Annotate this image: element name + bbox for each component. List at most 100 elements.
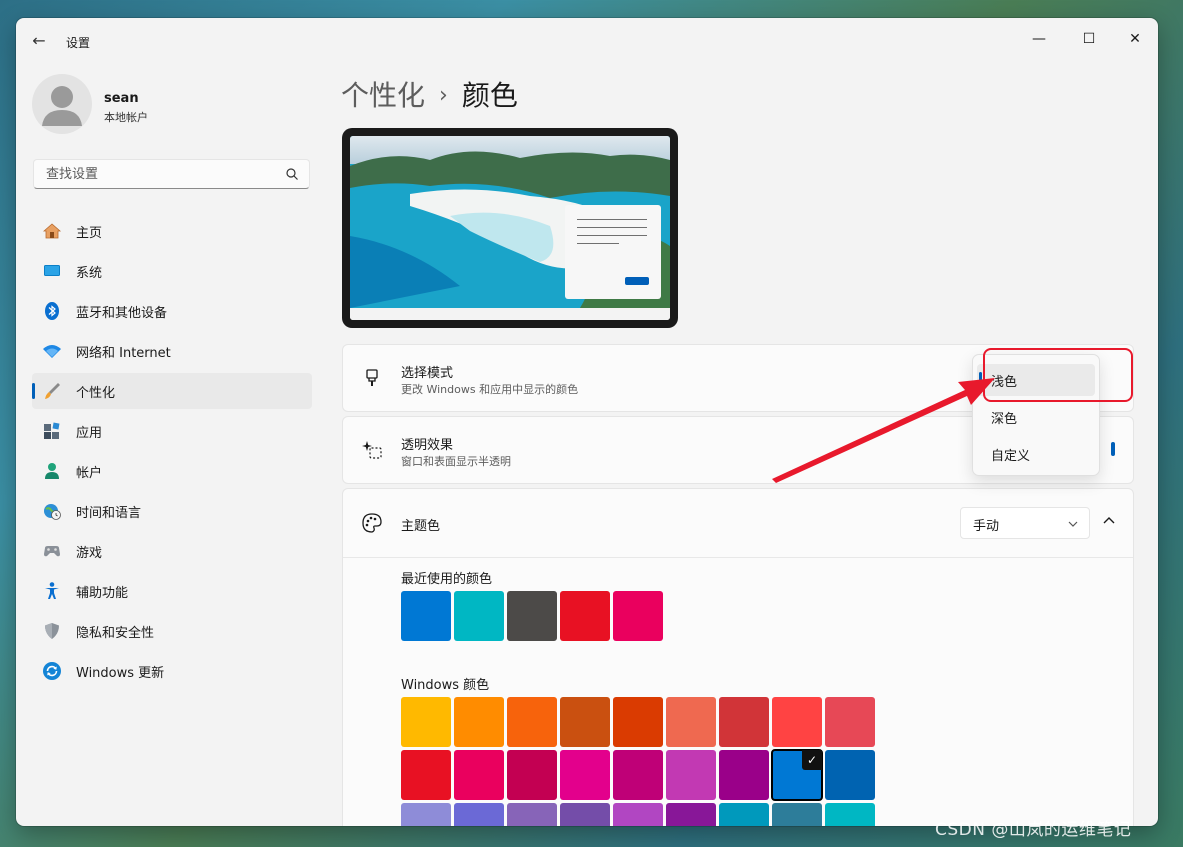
person-icon — [45, 463, 59, 479]
title-bar: ← 设置 — ☐ ✕ — [16, 18, 1158, 54]
color-swatch[interactable] — [507, 803, 557, 826]
sidebar-item-label: 应用 — [76, 426, 103, 441]
color-swatch[interactable] — [507, 750, 557, 800]
mode-option-custom[interactable]: 自定义 — [977, 438, 1095, 470]
sidebar-item-privacy[interactable]: 隐私和安全性 — [32, 613, 312, 649]
sidebar-item-apps[interactable]: 应用 — [32, 413, 312, 449]
annotation-highlight-box — [983, 348, 1133, 402]
mode-title: 选择模式 — [401, 366, 454, 381]
color-swatch[interactable] — [401, 750, 451, 800]
back-button[interactable]: ← — [28, 30, 50, 52]
bluetooth-icon — [45, 302, 59, 320]
sidebar-item-home[interactable]: 主页 — [32, 213, 312, 249]
color-swatch[interactable] — [507, 591, 557, 641]
recent-colors-label: 最近使用的颜色 — [401, 572, 493, 587]
color-swatch[interactable] — [666, 697, 716, 747]
close-button[interactable]: ✕ — [1112, 24, 1158, 54]
color-swatch[interactable] — [825, 803, 875, 826]
color-swatch[interactable] — [560, 591, 610, 641]
sidebar-item-accessibility[interactable]: 辅助功能 — [32, 573, 312, 609]
sidebar-item-label: Windows 更新 — [76, 666, 165, 681]
watermark: CSDN @山岚的运维笔记 — [935, 820, 1132, 840]
sidebar-item-gaming[interactable]: 游戏 — [32, 533, 312, 569]
color-swatch[interactable] — [772, 803, 822, 826]
account-type: 本地帐户 — [104, 111, 148, 124]
breadcrumb-parent[interactable]: 个性化 — [341, 79, 425, 112]
sidebar-item-windows-update[interactable]: Windows 更新 — [32, 653, 312, 689]
sidebar-item-network[interactable]: 网络和 Internet — [32, 333, 312, 369]
chevron-up-icon[interactable] — [1099, 511, 1119, 531]
sidebar-item-label: 游戏 — [76, 546, 103, 561]
recent-colors-row — [401, 591, 666, 641]
search-box[interactable] — [33, 159, 310, 189]
color-swatch[interactable] — [560, 697, 610, 747]
color-swatch[interactable] — [454, 697, 504, 747]
update-icon — [43, 662, 61, 680]
accent-mode-value: 手动 — [973, 519, 1000, 534]
window-title: 设置 — [66, 36, 91, 50]
display-icon — [44, 265, 60, 276]
color-swatch[interactable] — [401, 591, 451, 641]
sidebar-item-label: 个性化 — [76, 386, 116, 401]
sidebar-item-bluetooth[interactable]: 蓝牙和其他设备 — [32, 293, 312, 329]
accent-mode-dropdown[interactable]: 手动 — [960, 507, 1090, 539]
transparency-description: 窗口和表面显示半透明 — [401, 455, 511, 468]
preview-taskbar — [350, 308, 670, 320]
color-swatch[interactable] — [719, 803, 769, 826]
color-swatch[interactable] — [507, 697, 557, 747]
color-swatch[interactable] — [825, 697, 875, 747]
sidebar-item-system[interactable]: 系统 — [32, 253, 312, 289]
sidebar-item-label: 时间和语言 — [76, 506, 142, 521]
color-swatch[interactable] — [401, 697, 451, 747]
search-input[interactable] — [44, 166, 278, 183]
transparency-toggle[interactable] — [1111, 442, 1115, 456]
color-swatch[interactable] — [666, 803, 716, 826]
sidebar-item-personalization[interactable]: 个性化 — [32, 373, 312, 409]
accessibility-icon — [45, 582, 59, 599]
sidebar-nav: 主页 系统 蓝牙和其他设备 网络和 Internet 个性化 应用 帐户 时间和… — [32, 213, 312, 693]
color-swatch[interactable] — [454, 803, 504, 826]
windows-colors-row: ✓ — [401, 749, 878, 801]
theme-preview — [342, 128, 678, 328]
maximize-button[interactable]: ☐ — [1066, 24, 1112, 54]
preview-accent-button — [625, 277, 649, 285]
avatar[interactable] — [32, 74, 92, 134]
minimize-button[interactable]: — — [1016, 24, 1062, 54]
home-icon — [42, 223, 62, 239]
color-swatch[interactable] — [666, 750, 716, 800]
preview-window-sample — [565, 205, 661, 299]
color-swatch[interactable] — [613, 803, 663, 826]
sidebar-item-label: 辅助功能 — [76, 586, 129, 601]
color-swatch[interactable] — [454, 591, 504, 641]
transparency-title: 透明效果 — [401, 438, 454, 453]
color-swatch[interactable] — [719, 697, 769, 747]
sidebar-item-label: 帐户 — [76, 466, 103, 481]
color-swatch[interactable] — [613, 591, 663, 641]
gamepad-icon — [44, 546, 60, 557]
color-swatch[interactable] — [613, 697, 663, 747]
apps-icon — [44, 422, 60, 439]
color-swatch[interactable] — [719, 750, 769, 800]
search-icon[interactable] — [285, 167, 299, 181]
mode-option-label: 深色 — [991, 412, 1018, 427]
accent-color-card: 主题色 手动 最近使用的颜色 Windows 颜色 ✓ — [342, 488, 1134, 826]
chevron-down-icon — [1068, 521, 1078, 527]
card-divider — [343, 557, 1133, 558]
color-swatch[interactable] — [560, 803, 610, 826]
mode-option-dark[interactable]: 深色 — [977, 401, 1095, 433]
windows-colors-row — [401, 697, 878, 747]
sidebar-item-label: 网络和 Internet — [76, 346, 171, 361]
color-swatch[interactable] — [825, 750, 875, 800]
color-swatch[interactable] — [401, 803, 451, 826]
color-swatch[interactable] — [772, 697, 822, 747]
preview-screen — [350, 136, 670, 320]
sidebar-item-time-language[interactable]: 时间和语言 — [32, 493, 312, 529]
windows-colors-label: Windows 颜色 — [401, 678, 490, 693]
breadcrumb: 个性化 › 颜色 — [341, 74, 518, 114]
accent-color-title: 主题色 — [401, 519, 441, 534]
color-swatch[interactable]: ✓ — [771, 749, 823, 801]
color-swatch[interactable] — [454, 750, 504, 800]
color-swatch[interactable] — [613, 750, 663, 800]
color-swatch[interactable] — [560, 750, 610, 800]
sidebar-item-accounts[interactable]: 帐户 — [32, 453, 312, 489]
